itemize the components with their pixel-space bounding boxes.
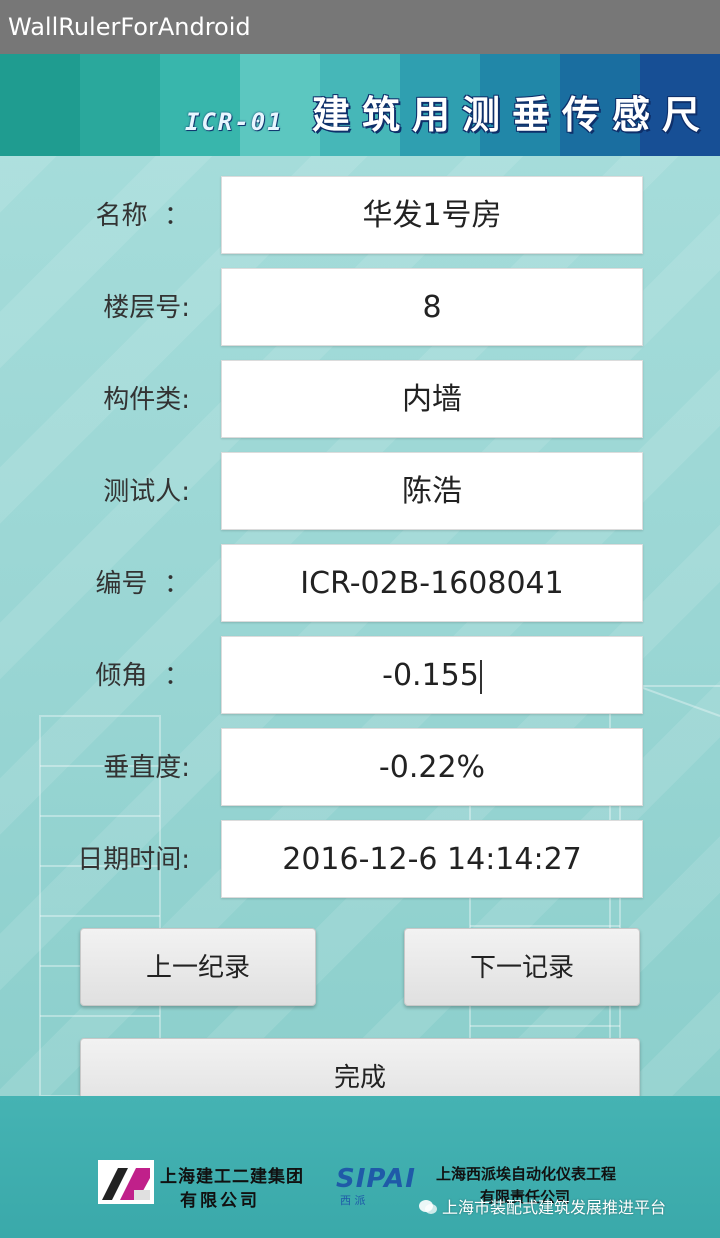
component-type-label: 构件类: <box>103 385 190 415</box>
serial-number-field[interactable]: ICR-02B-1608041 <box>221 544 643 622</box>
sipai-logo: SIPAI <box>336 1164 416 1194</box>
app-title: WallRulerForAndroid <box>8 13 251 41</box>
tilt-angle-label: 倾角 ： <box>95 661 190 691</box>
done-button[interactable]: 完成 <box>80 1038 640 1096</box>
company2-name-line1: 上海西派埃自动化仪表工程 <box>436 1165 617 1183</box>
footer-logos: 上海建工二建集团 有限公司 SIPAI 西 派 上海西派埃自动化仪表工程 有限责… <box>0 1096 720 1238</box>
datetime-label: 日期时间: <box>77 845 190 875</box>
wechat-watermark: 上海市装配式建筑发展推进平台 <box>418 1194 666 1218</box>
company1-name-line2: 有限公司 <box>180 1191 260 1211</box>
floor-field[interactable]: 8 <box>221 268 643 346</box>
header-banner: ICR-01 建筑用测垂传感尺 <box>0 54 720 156</box>
tester-label: 测试人: <box>103 477 190 507</box>
product-code: ICR-01 <box>185 108 284 136</box>
previous-record-button[interactable]: 上一纪录 <box>80 928 316 1006</box>
form-row-angle: 倾角 ： -0.155 <box>0 636 720 716</box>
tester-field[interactable]: 陈浩 <box>221 452 643 530</box>
form-area: 名称 ： 华发1号房 楼层号: 8 构件类: 内墙 测试人: 陈浩 编号 ： I… <box>0 156 720 1096</box>
form-row-component: 构件类: 内墙 <box>0 360 720 440</box>
form-row-floor: 楼层号: 8 <box>0 268 720 348</box>
form-row-verticality: 垂直度: -0.22% <box>0 728 720 808</box>
component-type-field[interactable]: 内墙 <box>221 360 643 438</box>
form-row-name: 名称 ： 华发1号房 <box>0 176 720 256</box>
form-row-serial: 编号 ： ICR-02B-1608041 <box>0 544 720 624</box>
serial-number-label: 编号 ： <box>95 569 190 599</box>
floor-label: 楼层号: <box>103 293 190 323</box>
name-field[interactable]: 华发1号房 <box>221 176 643 254</box>
company1-name-line1: 上海建工二建集团 <box>160 1167 304 1187</box>
tilt-angle-field[interactable]: -0.155 <box>221 636 643 714</box>
product-title: 建筑用测垂传感尺 <box>312 92 713 137</box>
wechat-icon <box>419 1200 437 1214</box>
form-row-datetime: 日期时间: 2016-12-6 14:14:27 <box>0 820 720 900</box>
verticality-field[interactable]: -0.22% <box>221 728 643 806</box>
watermark-text: 上海市装配式建筑发展推进平台 <box>442 1198 667 1217</box>
form-row-tester: 测试人: 陈浩 <box>0 452 720 532</box>
datetime-field[interactable]: 2016-12-6 14:14:27 <box>221 820 643 898</box>
app-title-bar: WallRulerForAndroid <box>0 0 720 54</box>
tilt-angle-value: -0.155 <box>382 658 479 693</box>
next-record-button[interactable]: 下一记录 <box>404 928 640 1006</box>
verticality-label: 垂直度: <box>103 753 190 783</box>
construction-group-logo-icon <box>98 1160 154 1204</box>
sipai-logo-subtitle: 西 派 <box>340 1194 366 1207</box>
name-label: 名称 ： <box>95 201 190 231</box>
text-cursor <box>479 659 482 694</box>
